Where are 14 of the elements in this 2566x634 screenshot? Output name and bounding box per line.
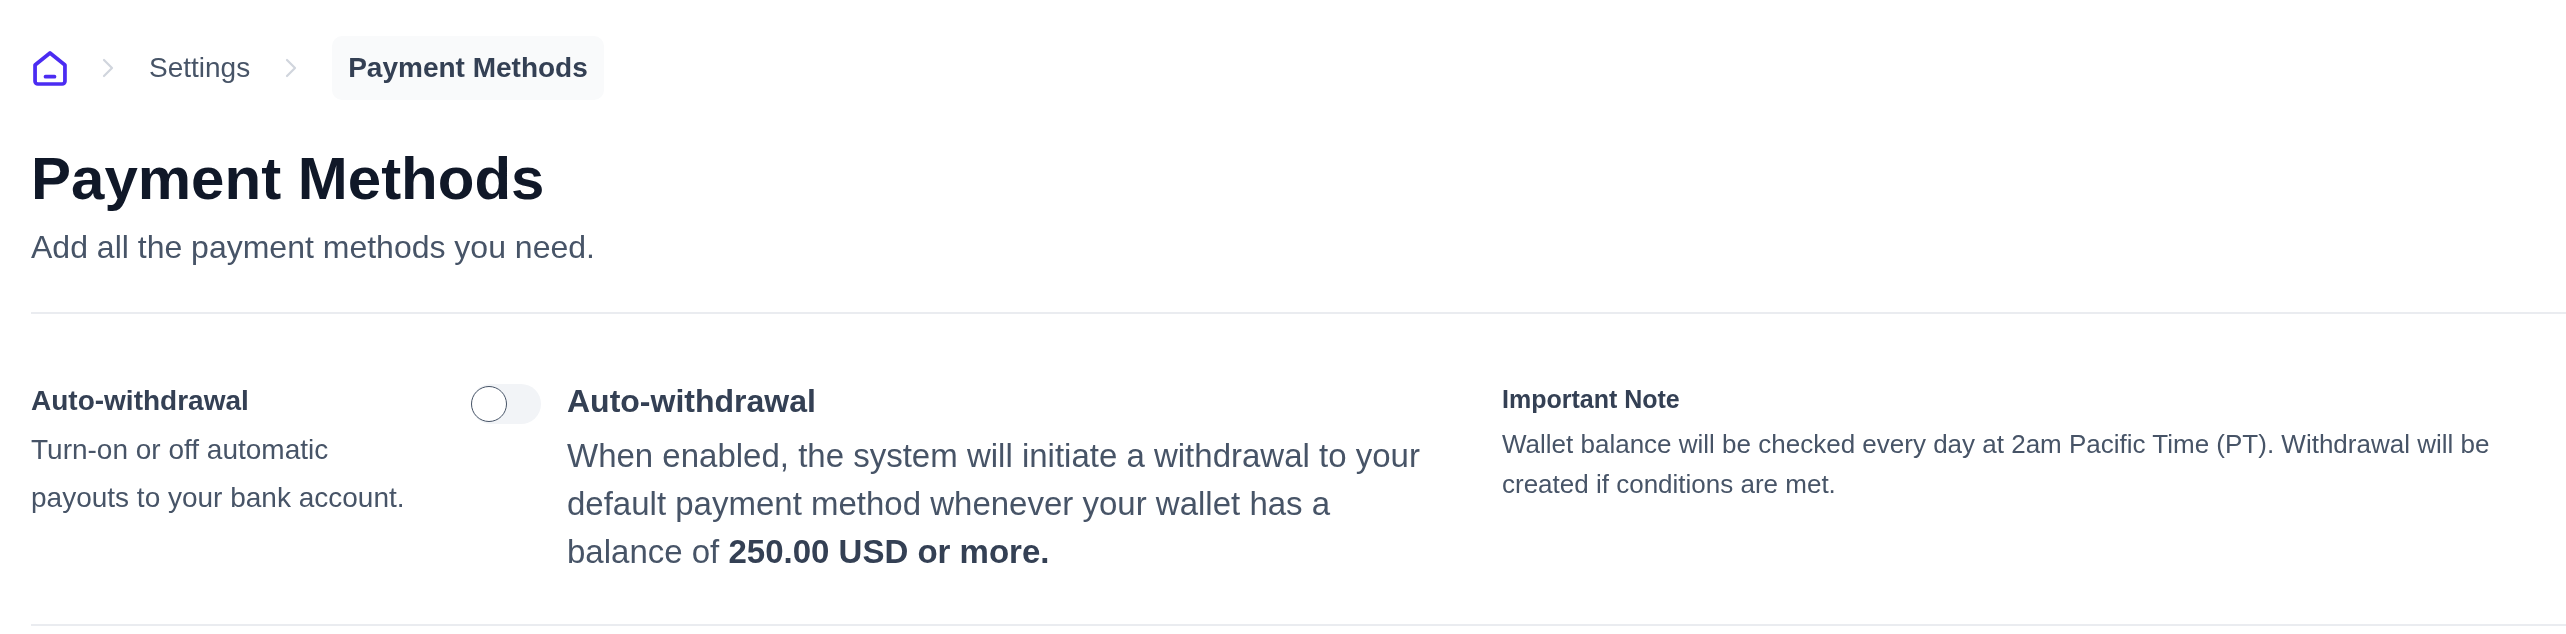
setting-title: Auto-withdrawal <box>567 383 816 419</box>
note-title: Important Note <box>1502 384 1680 415</box>
breadcrumb-link[interactable]: Settings <box>149 50 251 86</box>
setting-hint: Turn-on or off automatic payouts to your bank account. <box>31 433 406 515</box>
chevron-icon <box>285 58 298 78</box>
home-icon[interactable] <box>33 50 67 86</box>
note-text: Wallet balance will be checked every day at 2am Pacific Time (PT). Withdrawal will be created if conditions are met. <box>1502 428 2491 501</box>
breadcrumb-current: Payment Methods <box>332 36 604 100</box>
page-title: Payment Methods <box>31 144 545 214</box>
chevron-icon <box>102 58 114 78</box>
page-subtitle: Add all the payment methods you need. <box>31 228 595 267</box>
toggle-switch[interactable] <box>471 384 541 424</box>
setting-label: Auto-withdrawal <box>31 384 249 418</box>
setting-description: When enabled, the system will initiate a withdrawal to your default payment method whenever your wallet has a balance of 250.00 USD or more. <box>567 436 1421 572</box>
